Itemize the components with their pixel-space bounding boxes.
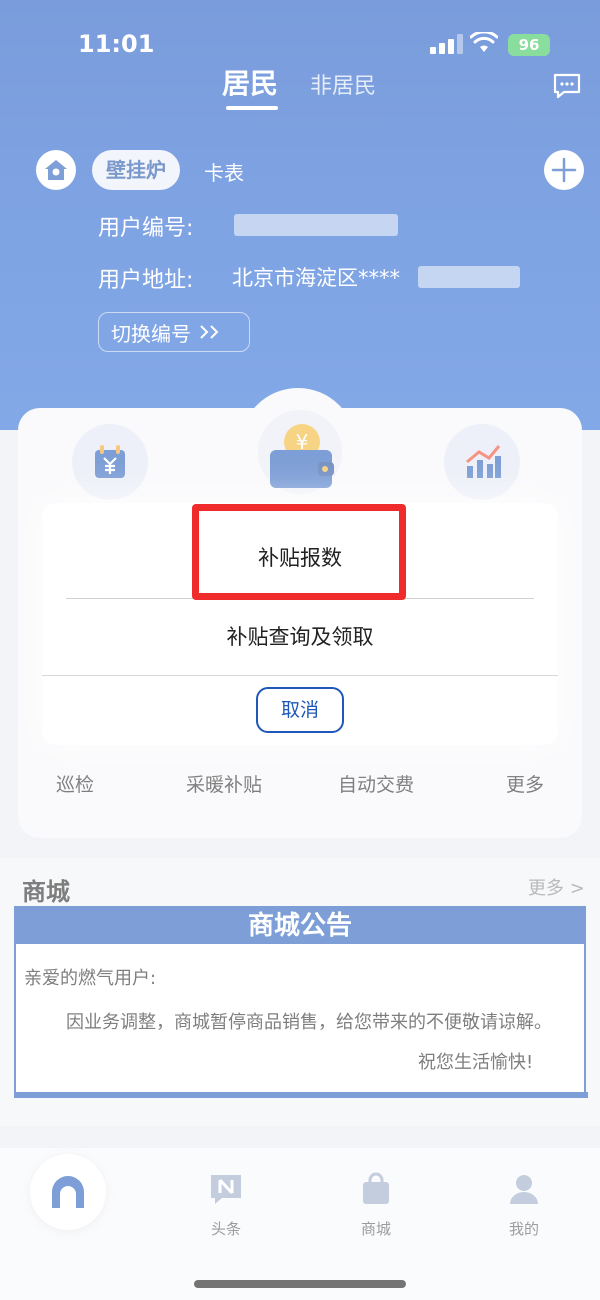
cancel-button[interactable]: 取消	[256, 687, 344, 733]
modal-divider-2	[42, 675, 558, 676]
red-highlight-box	[192, 504, 406, 600]
option-subsidy-query[interactable]: 补贴查询及领取	[42, 599, 558, 675]
